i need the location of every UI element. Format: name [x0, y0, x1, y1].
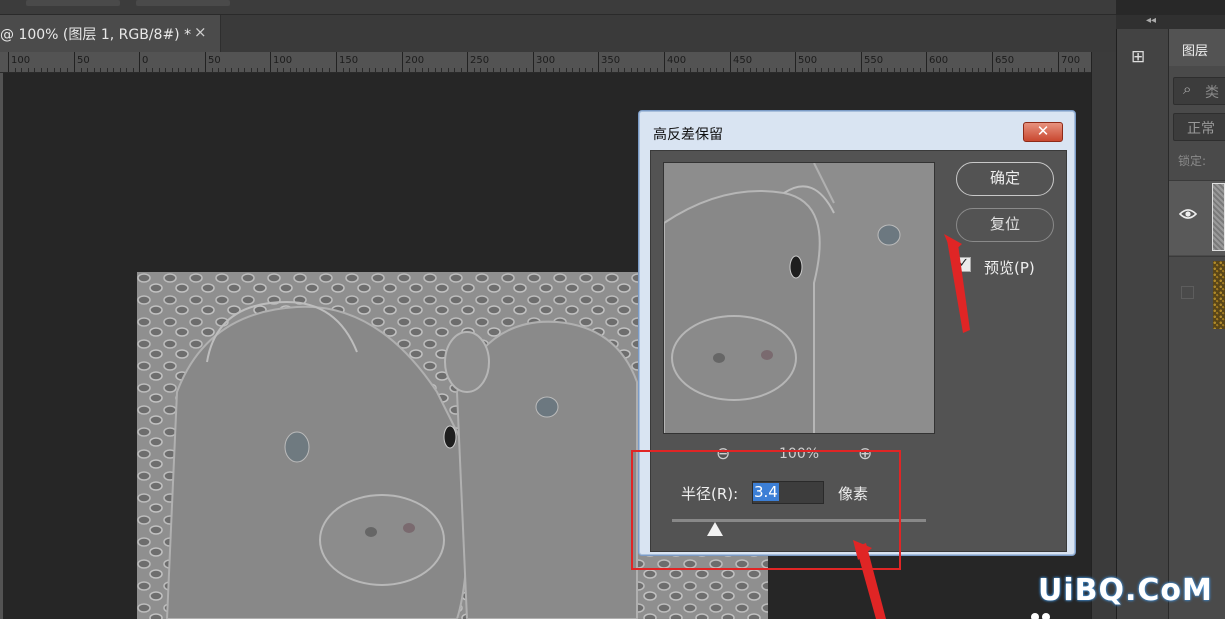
annotation-arrowhead-up: [944, 234, 962, 253]
annotation-arrows: [853, 234, 970, 619]
watermark-logo: UiBQ.CoM: [1038, 573, 1213, 608]
annotation-arrow-up: [947, 240, 970, 333]
watermark-dots: [1031, 613, 1050, 619]
